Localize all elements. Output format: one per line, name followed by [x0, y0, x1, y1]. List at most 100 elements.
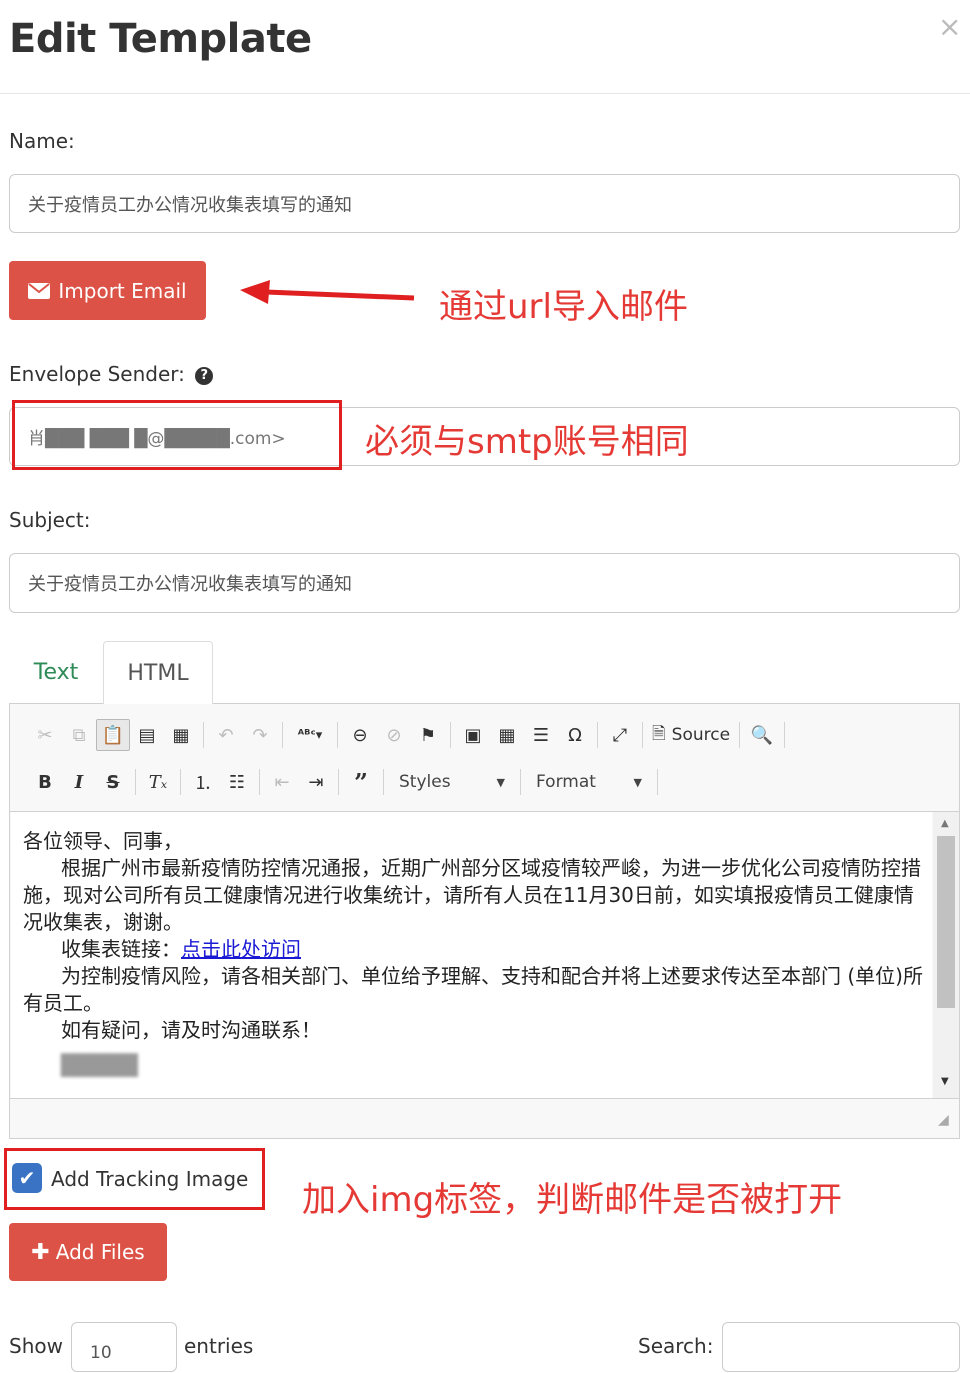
tab-text[interactable]: Text — [9, 641, 103, 703]
toolbar-separator — [784, 722, 786, 748]
blockquote-icon[interactable]: ” — [344, 766, 378, 798]
numbered-list-icon[interactable]: ⒈ — [186, 766, 220, 798]
body-paragraph-2: 为控制疫情风险，请各相关部门、单位给予理解、支持和配合并将上述要求传达至本部门 … — [23, 964, 923, 1015]
body-link-line: 收集表链接：点击此处访问 — [11, 936, 932, 963]
toolbar-separator — [657, 769, 658, 795]
sender-label-text: Envelope Sender: — [9, 362, 185, 386]
body-paragraph-1: 根据广州市最新疫情防控情况通报，近期广州部分区域疫情较严峻，为进一步优化公司疫情… — [23, 856, 921, 934]
search-label: Search: — [638, 1334, 714, 1358]
toolbar-separator — [259, 769, 260, 795]
special-char-icon[interactable]: Ω — [558, 719, 592, 751]
subject-input[interactable]: 关于疫情员工办公情况收集表填写的通知 — [9, 553, 960, 613]
strikethrough-icon[interactable]: S — [96, 766, 130, 798]
toolbar-separator — [450, 722, 451, 748]
signature: █████ — [61, 1053, 138, 1077]
spellcheck-icon[interactable]: ᴬᴮᶜ▾ — [288, 719, 332, 751]
chevron-down-icon: ▼ — [496, 775, 505, 789]
name-input[interactable]: 关于疫情员工办公情况收集表填写的通知 — [9, 174, 960, 233]
status-divider — [10, 1098, 959, 1099]
toolbar-separator — [282, 722, 283, 748]
maximize-icon[interactable]: ⤢ — [603, 719, 637, 751]
chevron-down-icon: ▼ — [633, 775, 642, 789]
toolbar-separator — [180, 769, 181, 795]
paste-icon[interactable]: 📋 — [96, 719, 130, 751]
image-icon[interactable]: ▣ — [456, 719, 490, 751]
toolbar-separator — [135, 769, 136, 795]
annotation-sender: 必须与smtp账号相同 — [365, 422, 689, 462]
paste-text-icon[interactable]: ▤ — [130, 719, 164, 751]
editor-content[interactable]: 各位领导、同事， 根据广州市最新疫情防控情况通报，近期广州部分区域疫情较严峻，为… — [11, 812, 932, 1098]
toolbar-separator — [520, 769, 521, 795]
import-email-label: Import Email — [58, 278, 187, 303]
horizontal-rule-icon[interactable]: ☰ — [524, 719, 558, 751]
link-prefix: 收集表链接： — [61, 937, 181, 961]
name-input-value: 关于疫情员工办公情况收集表填写的通知 — [28, 194, 352, 216]
show-label: Show — [9, 1334, 63, 1358]
tab-html[interactable]: HTML — [103, 641, 213, 704]
envelope-icon — [28, 282, 51, 299]
table-icon[interactable]: ▦ — [490, 719, 524, 751]
entries-value: 10 — [90, 1343, 112, 1363]
sender-highlight-box — [12, 400, 342, 470]
search-input[interactable] — [722, 1322, 960, 1372]
link-icon[interactable]: ⊖ — [343, 719, 377, 751]
source-button[interactable]: 🗎 Source — [648, 719, 734, 751]
source-label: Source — [671, 725, 731, 745]
help-icon[interactable]: ? — [195, 367, 214, 385]
plus-icon: ✚ — [31, 1239, 50, 1265]
styles-dropdown[interactable]: Styles ▼ — [389, 772, 515, 792]
entries-select[interactable]: 10 — [71, 1322, 177, 1372]
resize-handle-icon[interactable]: ◢ — [938, 1112, 949, 1128]
toolbar-separator — [597, 722, 598, 748]
toolbar-separator — [739, 722, 741, 748]
sender-label: Envelope Sender: ? — [9, 362, 214, 386]
tracking-checkbox[interactable]: ✔ — [12, 1163, 42, 1193]
preview-icon[interactable]: 🔍 — [745, 719, 779, 751]
bulleted-list-icon[interactable]: ☷ — [220, 766, 254, 798]
close-icon[interactable]: × — [938, 10, 961, 43]
entries-label: entries — [184, 1334, 254, 1358]
modal-title: Edit Template — [9, 16, 312, 62]
body-line-5: 如有疑问，请及时沟通联系！ — [61, 1018, 321, 1042]
toolbar-separator — [383, 769, 384, 795]
editor-scrollbar[interactable]: ▲ ▼ — [933, 812, 959, 1098]
undo-icon[interactable]: ↶ — [209, 719, 243, 751]
remove-format-icon[interactable]: Tₓ — [141, 766, 175, 798]
italic-icon[interactable]: I — [62, 766, 96, 798]
cut-icon[interactable]: ✂ — [28, 719, 62, 751]
subject-label: Subject: — [9, 508, 91, 532]
anchor-flag-icon[interactable]: ⚑ — [411, 719, 445, 751]
source-icon: 🗎 — [652, 723, 666, 744]
copy-icon[interactable]: ⧉ — [62, 719, 96, 751]
rich-text-editor[interactable]: ✂ ⧉ 📋 ▤ ▦ ↶ ↷ ᴬᴮᶜ▾ ⊖ ⊘ ⚑ ▣ ▦ ☰ Ω ⤢ 🗎 Sou… — [9, 703, 960, 1139]
subject-input-value: 关于疫情员工办公情况收集表填写的通知 — [28, 574, 352, 595]
scroll-down-icon[interactable]: ▼ — [941, 1076, 949, 1087]
format-dropdown[interactable]: Format ▼ — [526, 772, 652, 792]
redo-icon[interactable]: ↷ — [243, 719, 277, 751]
header-divider — [0, 93, 970, 94]
scroll-up-icon[interactable]: ▲ — [941, 818, 949, 829]
bold-icon[interactable]: B — [28, 766, 62, 798]
outdent-icon[interactable]: ⇤ — [265, 766, 299, 798]
body-line-1: 各位领导、同事， — [23, 829, 183, 853]
scroll-thumb[interactable] — [937, 836, 955, 1008]
toolbar-separator — [642, 722, 643, 748]
indent-icon[interactable]: ⇥ — [299, 766, 333, 798]
annotation-tracking: 加入img标签，判断邮件是否被打开 — [302, 1180, 843, 1220]
format-label: Format — [536, 772, 596, 792]
toolbar-row-1: ✂ ⧉ 📋 ▤ ▦ ↶ ↷ ᴬᴮᶜ▾ ⊖ ⊘ ⚑ ▣ ▦ ☰ Ω ⤢ 🗎 Sou… — [28, 718, 790, 752]
check-icon: ✔ — [18, 1166, 36, 1190]
annotation-arrow — [240, 280, 415, 304]
unlink-icon[interactable]: ⊘ — [377, 719, 411, 751]
toolbar-separator — [338, 769, 339, 795]
annotation-import: 通过url导入邮件 — [439, 287, 688, 327]
toolbar-separator — [337, 722, 338, 748]
add-files-label: Add Files — [55, 1240, 145, 1264]
toolbar-separator — [203, 722, 204, 748]
name-label: Name: — [9, 129, 75, 153]
add-files-button[interactable]: ✚ Add Files — [9, 1223, 167, 1281]
import-email-button[interactable]: Import Email — [9, 261, 206, 320]
access-link[interactable]: 点击此处访问 — [181, 937, 301, 961]
paste-word-icon[interactable]: ▦ — [164, 719, 198, 751]
tracking-label[interactable]: Add Tracking Image — [51, 1167, 248, 1191]
